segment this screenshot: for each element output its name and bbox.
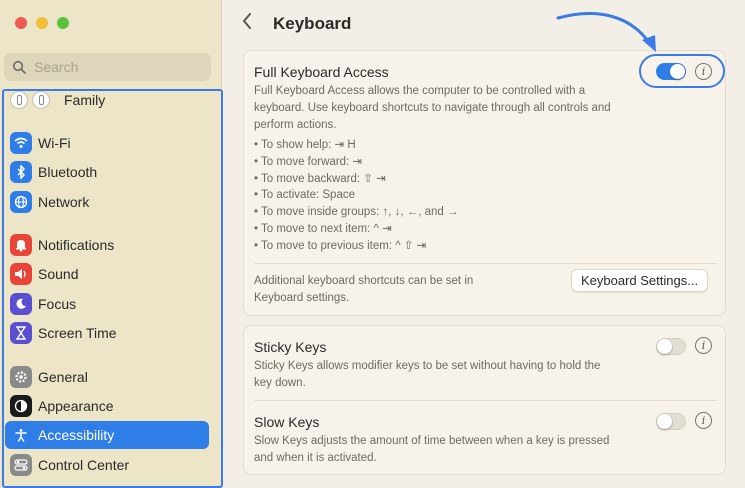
toggle-annotation-ring (639, 54, 725, 88)
gear-icon (10, 366, 32, 388)
sidebar-item-label: Appearance (38, 398, 114, 414)
slow-keys-desc: Slow Keys adjusts the amount of time bet… (254, 435, 610, 447)
sidebar-item-label: General (38, 369, 88, 385)
sticky-keys-desc: Sticky Keys allows modifier keys to be s… (254, 360, 601, 372)
toggle-knob (657, 414, 672, 429)
sticky-slow-keys-card: Sticky Keys i Sticky Keys allows modifie… (243, 325, 726, 475)
full-keyboard-access-card: Full Keyboard Access i Full Keyboard Acc… (243, 50, 726, 316)
sidebar-item-bluetooth[interactable]: Bluetooth (5, 158, 209, 186)
sticky-keys-toggle[interactable] (656, 338, 686, 355)
sidebar-item-label: Sound (38, 266, 79, 282)
back-button[interactable] (241, 12, 253, 36)
shortcut-bullet: • To activate: Space (254, 189, 355, 202)
shortcut-bullet: • To move backward: ⇧ ⇥ (254, 172, 386, 185)
minimize-window-button[interactable] (36, 17, 48, 29)
accessibility-icon (10, 424, 32, 446)
globe-icon (10, 191, 32, 213)
sidebar-item-label: Family (64, 92, 106, 108)
slow-keys-info-icon[interactable]: i (695, 412, 712, 429)
divider (254, 263, 717, 264)
sidebar-item-label: Focus (38, 296, 77, 312)
sidebar-item-focus[interactable]: Focus (5, 290, 209, 318)
sticky-keys-heading: Sticky Keys (254, 339, 327, 355)
sticky-keys-desc: key down. (254, 377, 306, 389)
divider (254, 400, 717, 401)
sticky-keys-info-icon[interactable]: i (695, 337, 712, 354)
search-placeholder: Search (34, 59, 79, 75)
sidebar-item-wi-fi[interactable]: Wi-Fi (5, 129, 209, 157)
appearance-icon (10, 395, 32, 417)
sidebar-item-label: Wi-Fi (38, 135, 71, 151)
sidebar-item-accessibility[interactable]: Accessibility (5, 421, 209, 449)
sidebar-item-sound[interactable]: Sound (5, 260, 209, 288)
wifi-icon (10, 132, 32, 154)
zoom-window-button[interactable] (57, 17, 69, 29)
sidebar-item-label: Notifications (38, 237, 115, 253)
sidebar-item-family[interactable]: Family (5, 86, 209, 114)
slow-keys-desc: and when it is activated. (254, 452, 377, 464)
speaker-icon (10, 263, 32, 285)
sidebar-item-label: Control Center (38, 457, 130, 473)
fka-desc-line: perform actions. (254, 119, 337, 131)
sidebar-item-label: Bluetooth (38, 164, 98, 180)
search-field[interactable]: Search (4, 53, 211, 81)
shortcut-bullet: • To move to next item: ^ ⇥ (254, 222, 392, 235)
toggle-knob (657, 339, 672, 354)
family-avatar-icon (10, 91, 28, 109)
close-window-button[interactable] (15, 17, 27, 29)
shortcut-bullet: • To move forward: ⇥ (254, 155, 363, 168)
control-center-icon (10, 454, 32, 476)
family-avatar-icon (32, 91, 50, 109)
window-controls (15, 17, 69, 29)
annotation-arrow-icon (556, 12, 656, 52)
slow-keys-heading: Slow Keys (254, 414, 320, 430)
page-title: Keyboard (273, 14, 352, 33)
fka-heading: Full Keyboard Access (254, 64, 389, 80)
additional-shortcuts-text: Additional keyboard shortcuts can be set… (254, 275, 474, 287)
chevron-left-icon (243, 13, 251, 29)
sidebar-item-label: Network (38, 194, 90, 210)
fka-desc-line: keyboard. Use keyboard shortcuts to navi… (254, 102, 611, 114)
shortcut-bullet: • To move inside groups: ↑, ↓, ←, and → (254, 206, 459, 219)
moon-icon (10, 293, 32, 315)
keyboard-settings-button[interactable]: Keyboard Settings... (571, 269, 709, 292)
sidebar-item-appearance[interactable]: Appearance (5, 392, 209, 420)
sidebar-item-notifications[interactable]: Notifications (5, 231, 209, 259)
slow-keys-toggle[interactable] (656, 413, 686, 430)
shortcut-bullet: • To show help: ⇥ H (254, 139, 356, 151)
search-icon (12, 60, 26, 74)
sidebar-item-network[interactable]: Network (5, 188, 209, 216)
sidebar-item-general[interactable]: General (5, 363, 209, 391)
hourglass-icon (10, 322, 32, 344)
sidebar: Search Family Wi-Fi Bluetooth Network Notif… (0, 0, 223, 488)
fka-desc-line: Full Keyboard Access allows the computer… (254, 85, 586, 97)
sidebar-item-control-center[interactable]: Control Center (5, 451, 209, 479)
sidebar-item-screen-time[interactable]: Screen Time (5, 319, 209, 347)
sidebar-item-label: Accessibility (38, 427, 115, 443)
bell-icon (10, 234, 32, 256)
shortcut-bullet: • To move to previous item: ^ ⇧ ⇥ (254, 239, 427, 252)
sidebar-item-label: Screen Time (38, 325, 117, 341)
bluetooth-icon (10, 161, 32, 183)
additional-shortcuts-text: Keyboard settings. (254, 292, 350, 304)
